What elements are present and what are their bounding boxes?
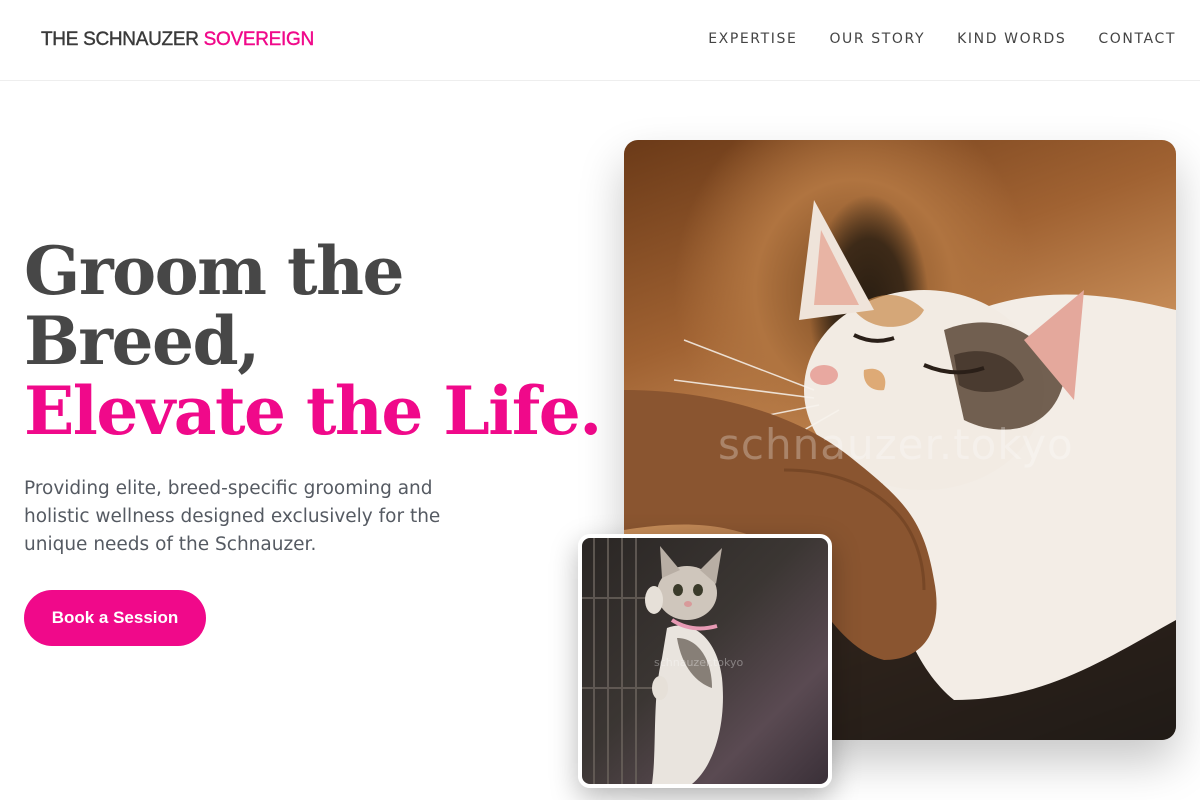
hero-headline: Groom the Breed, Elevate the Life. <box>24 232 602 450</box>
main-photo-watermark: schnauzer.tokyo <box>718 420 1074 469</box>
nav-link-expertise[interactable]: EXPERTISE <box>708 31 797 47</box>
nav-link-contact[interactable]: CONTACT <box>1098 31 1176 47</box>
headline-line-3: Elevate the Life. <box>24 372 602 450</box>
headline-line-1: Groom the <box>24 232 404 310</box>
brand-name-main: THE SCHNAUZER <box>41 29 199 50</box>
main-nav: EXPERTISE OUR STORY KIND WORDS CONTACT <box>708 31 1176 47</box>
headline-line-2: Breed, <box>24 302 260 380</box>
inset-cat-photo: schnauzer.tokyo <box>578 534 832 788</box>
brand-name-accent: SOVEREIGN <box>203 29 314 50</box>
brand-logo[interactable]: THE SCHNAUZER SOVEREIGN <box>41 29 315 51</box>
site-header: THE SCHNAUZER SOVEREIGN EXPERTISE OUR ST… <box>0 0 1200 81</box>
nav-link-kind-words[interactable]: KIND WORDS <box>957 31 1066 47</box>
inset-photo-watermark: schnauzer.tokyo <box>654 656 744 669</box>
book-session-button[interactable]: Book a Session <box>24 590 206 646</box>
hero-subtext: Providing elite, breed-specific grooming… <box>24 478 441 555</box>
nav-link-our-story[interactable]: OUR STORY <box>829 31 925 47</box>
